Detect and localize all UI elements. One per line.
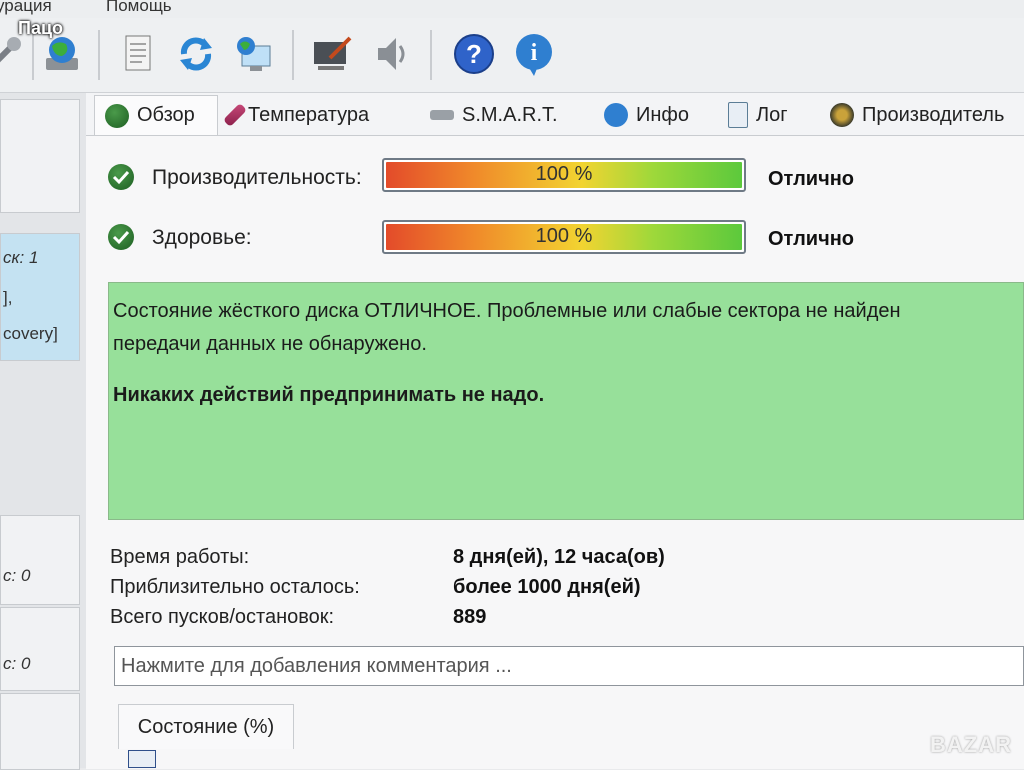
comment-field[interactable] — [114, 646, 1024, 686]
menu-item-help[interactable]: Помощь — [106, 0, 172, 16]
disk-card[interactable]: с: 0 — [0, 607, 80, 691]
sidebar-text: с: 0 — [3, 566, 31, 585]
svg-text:i: i — [531, 40, 538, 66]
sidebar-text: ], — [3, 288, 13, 307]
tab-label: Температура — [248, 103, 370, 126]
thermometer-icon — [222, 102, 248, 128]
check-circle-icon — [108, 224, 134, 250]
screen-brush-icon[interactable] — [310, 32, 354, 76]
performance-percent: 100 % — [535, 163, 593, 185]
tab-bar: Обзор Температура S.M.A.R.T. Инфо Лог Пр… — [86, 93, 1024, 135]
gauge-icon — [830, 103, 854, 127]
check-circle-icon — [108, 164, 134, 190]
smart-icon — [430, 110, 454, 120]
main-panel: Обзор Температура S.M.A.R.T. Инфо Лог Пр… — [86, 93, 1024, 769]
info-icon[interactable]: i — [512, 32, 556, 76]
speaker-icon[interactable] — [370, 32, 414, 76]
document-icon[interactable] — [116, 32, 160, 76]
performance-verdict: Отлично — [768, 168, 854, 190]
brand-watermark: BAZAR — [930, 732, 1012, 757]
tab-label: Состояние (%) — [137, 715, 275, 738]
watermark: Пацо — [18, 18, 64, 38]
sidebar-text: ск: 1 — [3, 248, 39, 267]
disk-card[interactable] — [0, 693, 80, 770]
health-label: Здоровье: — [152, 226, 252, 249]
help-icon[interactable]: ? — [452, 32, 496, 76]
toolbar-separator — [430, 30, 432, 80]
start-stop-value: 889 — [453, 606, 487, 628]
remaining-value: более 1000 дня(ей) — [453, 576, 641, 598]
toolbar-separator — [292, 30, 294, 80]
uptime-label: Время работы: — [110, 546, 250, 568]
tab-smart[interactable]: S.M.A.R.T. — [420, 95, 588, 135]
toolbar: ? i — [0, 18, 1024, 93]
tab-label: Производитель — [862, 103, 1005, 126]
status-text: Состояние жёсткого диска ОТЛИЧНОЕ. Пробл… — [113, 300, 901, 322]
start-stop-label: Всего пусков/остановок: — [110, 606, 335, 628]
svg-text:?: ? — [466, 39, 482, 69]
disk-card[interactable]: с: 0 — [0, 515, 80, 605]
disk-card[interactable] — [0, 99, 80, 213]
tab-overview[interactable]: Обзор — [94, 95, 218, 135]
tab-performance[interactable]: Производитель — [820, 95, 1024, 135]
remaining-label: Приблизительно осталось: — [110, 576, 360, 598]
status-text: передачи данных не обнаружено. — [113, 333, 427, 355]
health-verdict: Отлично — [768, 228, 854, 250]
menu-bar: урация Помощь — [0, 0, 1024, 18]
tab-temperature[interactable]: Температура — [220, 95, 416, 135]
tab-label: Обзор — [137, 104, 195, 126]
uptime-value: 8 дня(ей), 12 часа(ов) — [453, 546, 665, 568]
health-bar: 100 % — [382, 220, 746, 254]
disk-card-selected[interactable]: ск: 1 ], covery] — [0, 233, 80, 361]
refresh-icon[interactable] — [174, 32, 218, 76]
status-message-box: Состояние жёсткого диска ОТЛИЧНОЕ. Пробл… — [108, 282, 1024, 520]
chart-icon — [128, 750, 156, 768]
tab-log[interactable]: Лог — [718, 95, 812, 135]
log-icon — [728, 102, 748, 128]
tab-status-percent[interactable]: Состояние (%) — [118, 704, 294, 749]
health-percent: 100 % — [535, 225, 593, 247]
overview-panel: Производительность: 100 % Отлично Здоров… — [86, 135, 1024, 769]
comment-input[interactable] — [115, 647, 1024, 685]
tab-label: Инфо — [636, 103, 689, 126]
tab-info[interactable]: Инфо — [594, 95, 712, 135]
tab-label: S.M.A.R.T. — [462, 103, 558, 126]
sidebar-text: с: 0 — [3, 654, 31, 673]
info-icon — [604, 103, 628, 127]
sidebar-text: covery] — [3, 324, 58, 343]
performance-bar: 100 % — [382, 158, 746, 192]
network-computer-icon[interactable] — [232, 32, 276, 76]
status-advice: Никаких действий предпринимать не надо. — [113, 384, 545, 406]
tab-label: Лог — [756, 103, 788, 126]
check-circle-icon — [105, 103, 129, 128]
disk-list-sidebar: ск: 1 ], covery] с: 0 с: 0 — [0, 93, 86, 770]
toolbar-separator — [98, 30, 100, 80]
menu-item-configuration[interactable]: урация — [0, 0, 52, 16]
performance-label: Производительность: — [152, 166, 362, 189]
